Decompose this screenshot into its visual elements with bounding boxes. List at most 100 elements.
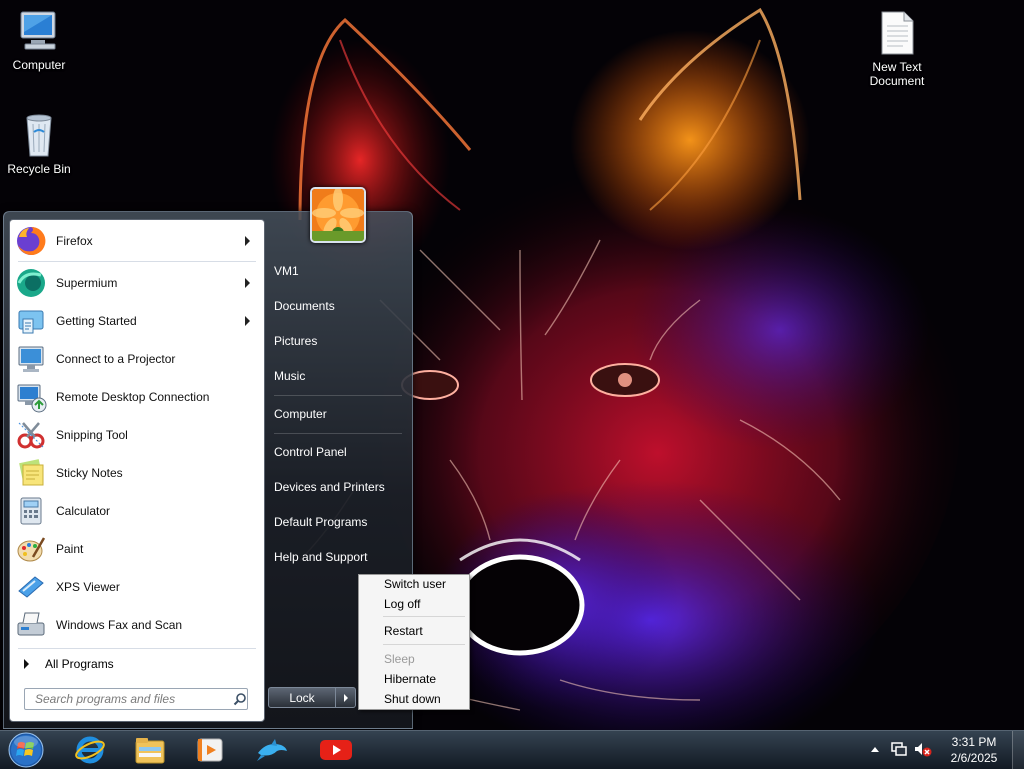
divider: [274, 433, 402, 434]
network-icon: [891, 742, 907, 756]
right-link-label: Pictures: [274, 334, 318, 348]
menu-item-shut-down[interactable]: Shut down: [361, 690, 465, 708]
youtube-icon: [320, 740, 352, 760]
program-firefox[interactable]: Firefox: [14, 223, 258, 259]
program-label: Calculator: [56, 504, 111, 518]
right-link-devices-and-printers[interactable]: Devices and Printers: [266, 473, 406, 501]
menu-item-restart[interactable]: Restart: [361, 622, 465, 640]
start-button[interactable]: [0, 732, 52, 768]
clock[interactable]: 3:31 PM 2/6/2025: [944, 734, 1004, 766]
desktop-icon-recycle-bin[interactable]: Recycle Bin: [0, 112, 78, 176]
divider: [383, 644, 465, 645]
program-sticky-notes[interactable]: Sticky Notes: [14, 455, 258, 491]
right-link-label: VM1: [274, 264, 299, 278]
supermium-icon: [17, 269, 45, 297]
search-icon[interactable]: [233, 692, 247, 706]
taskbar-internet-explorer[interactable]: [62, 732, 118, 768]
right-link-computer[interactable]: Computer: [266, 400, 406, 428]
show-desktop-button[interactable]: [1012, 731, 1024, 769]
volume-tray-icon[interactable]: [914, 740, 932, 758]
right-link-label: Control Panel: [274, 445, 347, 459]
clock-time: 3:31 PM: [951, 735, 997, 749]
right-link-label: Devices and Printers: [274, 480, 385, 494]
projector-icon: [18, 346, 44, 372]
start-orb-icon: [8, 732, 44, 768]
internet-explorer-icon: [75, 736, 105, 764]
file-explorer-icon: [135, 738, 165, 764]
program-xps-viewer[interactable]: XPS Viewer: [14, 569, 258, 605]
flower-picture-icon: [312, 189, 364, 241]
program-label: Connect to a Projector: [56, 352, 176, 366]
paint-icon: [17, 537, 46, 562]
menu-item-log-off[interactable]: Log off: [361, 595, 465, 613]
search-input[interactable]: [33, 691, 233, 707]
taskbar-media-player[interactable]: [182, 732, 238, 768]
submenu-arrow-icon[interactable]: [245, 278, 250, 288]
right-link-default-programs[interactable]: Default Programs: [266, 508, 406, 536]
submenu-arrow-icon[interactable]: [245, 236, 250, 246]
recycle-bin-icon: [26, 114, 52, 157]
expand-arrow-icon: [24, 659, 29, 669]
taskbar-dolphin[interactable]: [244, 732, 300, 768]
program-calculator[interactable]: Calculator: [14, 493, 258, 529]
menu-item-label: Restart: [384, 624, 423, 638]
show-hidden-icons-button[interactable]: [866, 740, 884, 758]
submenu-arrow-icon[interactable]: [245, 316, 250, 326]
menu-item-switch-user[interactable]: Switch user: [361, 575, 465, 593]
program-windows-fax-and-scan[interactable]: Windows Fax and Scan: [14, 607, 258, 643]
right-link-control-panel[interactable]: Control Panel: [266, 438, 406, 466]
program-connect-to-a-projector[interactable]: Connect to a Projector: [14, 341, 258, 377]
menu-item-label: Switch user: [384, 577, 447, 591]
right-link-documents[interactable]: Documents: [266, 292, 406, 320]
program-label: Windows Fax and Scan: [56, 618, 183, 632]
desktop-icon-label: Computer: [12, 58, 66, 72]
program-snipping-tool[interactable]: Snipping Tool: [14, 417, 258, 453]
right-link-label: Music: [274, 369, 306, 383]
right-link-label: Documents: [274, 299, 335, 313]
divider: [18, 261, 256, 262]
program-label: Sticky Notes: [56, 466, 123, 480]
taskbar-file-explorer[interactable]: [122, 732, 178, 768]
right-link-vm1[interactable]: VM1: [266, 257, 406, 285]
user-account-picture[interactable]: [310, 187, 366, 243]
taskbar-youtube[interactable]: [308, 732, 364, 768]
program-label: Firefox: [56, 234, 93, 248]
program-paint[interactable]: Paint: [14, 531, 258, 567]
taskbar: 3:31 PM 2/6/2025: [0, 730, 1024, 769]
search-box[interactable]: [24, 688, 248, 710]
chevron-up-icon: [871, 747, 879, 752]
menu-item-label: Hibernate: [384, 672, 437, 686]
computer-icon: [20, 11, 56, 50]
divider: [274, 395, 402, 396]
right-link-music[interactable]: Music: [266, 362, 406, 390]
power-options-menu: Switch user Log off Restart Sleep Hibern…: [358, 574, 470, 710]
program-label: Snipping Tool: [56, 428, 128, 442]
power-options-arrow-button[interactable]: [335, 687, 356, 708]
fax-scan-icon: [17, 612, 45, 636]
right-link-label: Default Programs: [274, 515, 368, 529]
sticky-notes-icon: [19, 459, 44, 486]
lock-button[interactable]: Lock: [268, 687, 336, 708]
media-player-icon: [197, 738, 223, 762]
right-link-label: Help and Support: [274, 550, 368, 564]
program-remote-desktop-connection[interactable]: Remote Desktop Connection: [14, 379, 258, 415]
program-getting-started[interactable]: Getting Started: [14, 303, 258, 339]
arrow-right-icon: [343, 693, 348, 702]
calculator-icon: [20, 497, 42, 525]
right-link-label: Computer: [274, 407, 327, 421]
desktop-icon-computer[interactable]: Computer: [0, 10, 78, 72]
network-tray-icon[interactable]: [890, 740, 908, 758]
menu-item-label: Shut down: [384, 692, 441, 706]
text-document-icon: [881, 11, 914, 55]
start-menu: Firefox Supermium Getting Started Connec…: [3, 187, 413, 729]
divider: [18, 648, 256, 649]
right-link-pictures[interactable]: Pictures: [266, 327, 406, 355]
getting-started-icon: [18, 310, 44, 334]
program-supermium[interactable]: Supermium: [14, 265, 258, 301]
lock-button-label: Lock: [289, 690, 315, 705]
all-programs-button[interactable]: All Programs: [14, 651, 260, 677]
desktop-icon-new-text-document[interactable]: New Text Document: [858, 10, 936, 88]
menu-item-hibernate[interactable]: Hibernate: [361, 670, 465, 688]
right-link-help-and-support[interactable]: Help and Support: [266, 543, 406, 571]
programs-pane: Firefox Supermium Getting Started Connec…: [9, 219, 265, 722]
